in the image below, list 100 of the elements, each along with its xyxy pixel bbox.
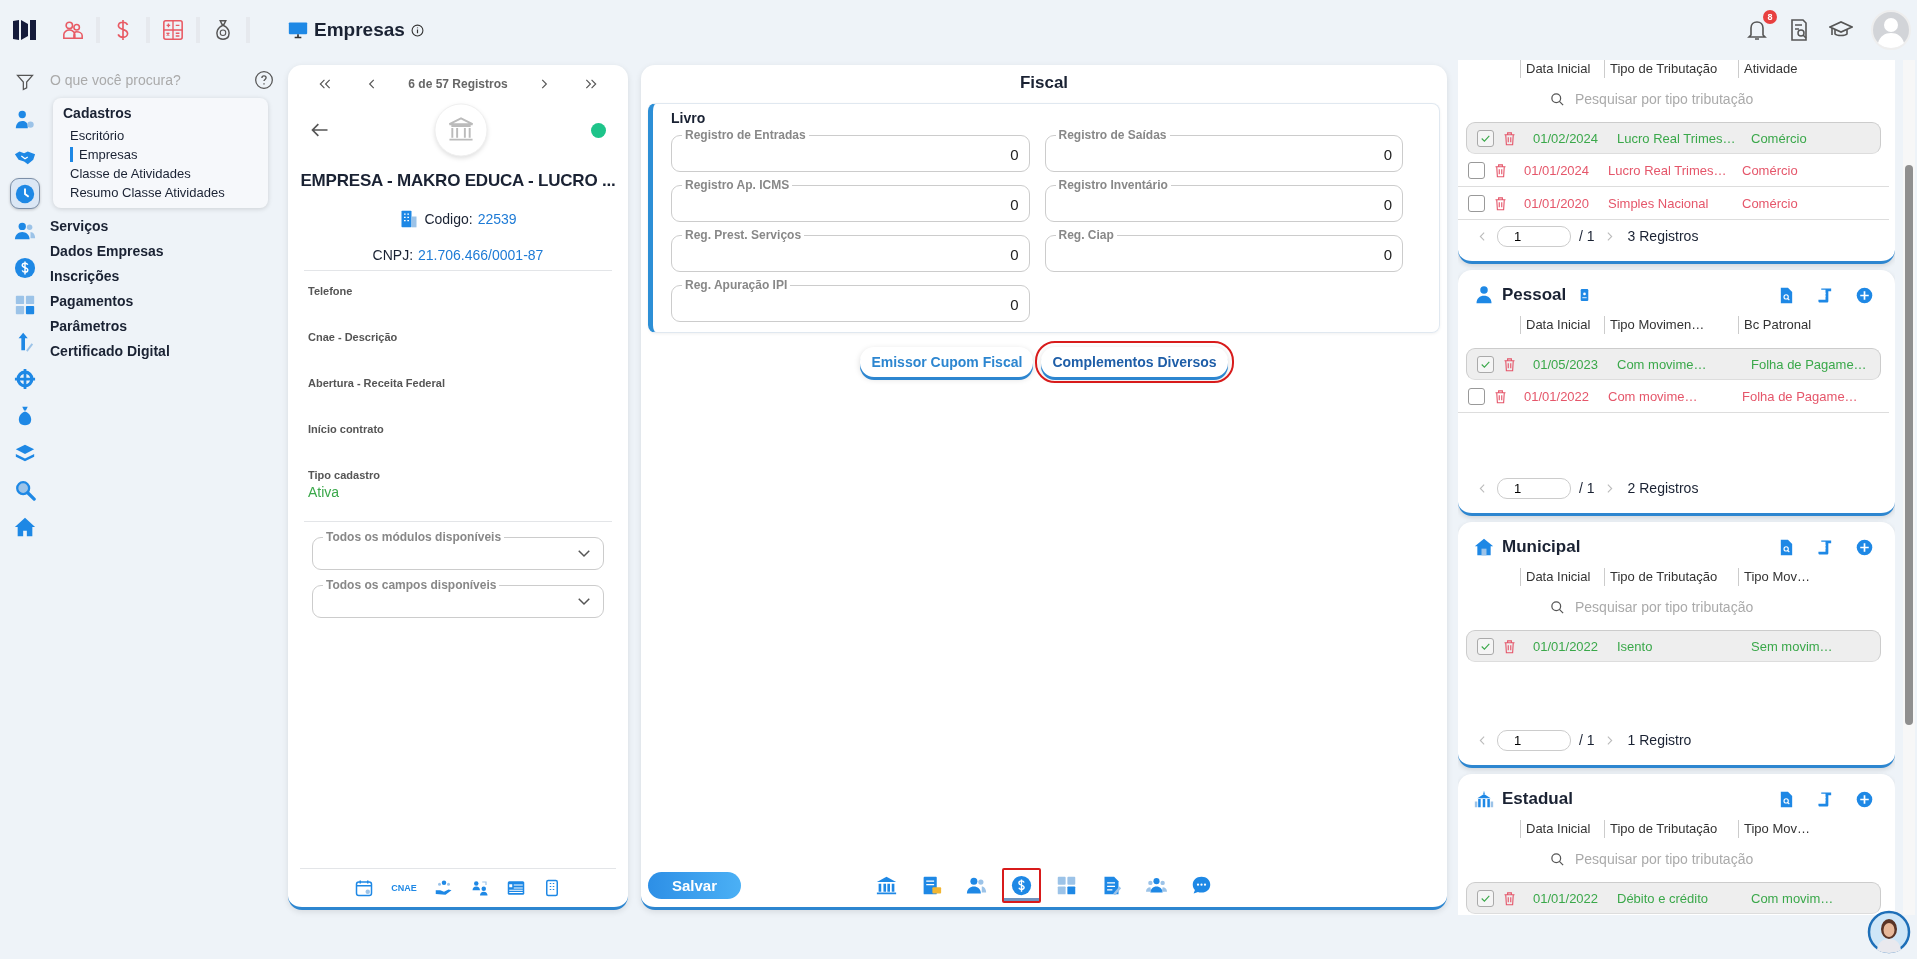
menu-item[interactable]: Dados Empresas	[50, 239, 288, 264]
column-header[interactable]: Atividade	[1738, 60, 1889, 78]
menu-item[interactable]: Inscrições	[50, 264, 288, 289]
people-outline-icon[interactable]	[62, 19, 84, 41]
add-icon[interactable]	[1856, 286, 1873, 304]
column-header[interactable]: Data Inicial	[1520, 60, 1604, 78]
chat-icon[interactable]	[1191, 875, 1212, 896]
search-field[interactable]: O que você procura?	[50, 68, 246, 92]
table-cell-text: Débito e crédito	[1616, 890, 1710, 906]
row-checkbox[interactable]	[1477, 637, 1494, 655]
number-field[interactable]: Registro de Entradas 0	[671, 128, 1030, 172]
scrollbar[interactable]	[1903, 60, 1915, 915]
submenu-item[interactable]: Classe de Atividades	[63, 166, 258, 181]
record-count: 1 Registro	[1627, 732, 1692, 748]
page-total: / 1	[1579, 732, 1595, 748]
table-cell-text: Comércio	[1750, 130, 1808, 146]
submenu-item[interactable]: Escritório	[63, 128, 258, 143]
document-search-icon[interactable]	[1778, 538, 1795, 556]
trash-icon[interactable]	[1493, 388, 1508, 404]
dollar-tab[interactable]	[1002, 868, 1041, 903]
column-header[interactable]: Data Inicial	[1520, 316, 1604, 334]
menu-item[interactable]: Certificado Digital	[50, 339, 288, 364]
trash-icon[interactable]	[1493, 162, 1508, 178]
menu-item[interactable]: Serviços	[50, 214, 288, 239]
trash-icon[interactable]	[1502, 890, 1517, 906]
menu-item[interactable]: Cadastros	[63, 105, 258, 121]
add-icon[interactable]	[1856, 538, 1873, 556]
search-icon	[1550, 91, 1565, 107]
column-header[interactable]: Bc Patronal	[1738, 316, 1889, 334]
field-label: Todos os módulos disponíveis	[325, 530, 503, 544]
page-field[interactable]: 1	[1497, 225, 1571, 247]
column-header[interactable]: Data Inicial	[1520, 568, 1604, 586]
number-field[interactable]: Reg. Prest. Serviços 0	[671, 228, 1030, 272]
trash-icon[interactable]	[1493, 195, 1508, 211]
column-header[interactable]: Tipo Movimen…	[1604, 316, 1738, 334]
table-cell-text: Com movime…	[1607, 388, 1699, 404]
trash-icon[interactable]	[1502, 638, 1517, 654]
id-card-icon[interactable]	[506, 879, 525, 897]
document-search-icon[interactable]	[1778, 790, 1795, 808]
trash-icon[interactable]	[1502, 130, 1517, 146]
bank-icon[interactable]	[876, 875, 897, 896]
people-swap-icon[interactable]	[470, 879, 489, 897]
filter-icon[interactable]	[15, 72, 35, 92]
submenu-item[interactable]: Resumo Classe Atividades	[63, 185, 258, 200]
menu-item[interactable]: Parâmetros	[50, 314, 288, 339]
column-header[interactable]: Tipo de Tributação	[1604, 820, 1738, 838]
info-icon[interactable]	[410, 23, 424, 37]
trash-icon[interactable]	[1502, 356, 1517, 372]
logo-icon[interactable]	[12, 18, 38, 42]
table-cell-text: Lucro Real Trimes…	[1616, 130, 1737, 146]
field-label: Reg. Ciap	[1057, 228, 1115, 242]
row-checkbox[interactable]	[1468, 387, 1485, 405]
page-field[interactable]: 1	[1497, 729, 1571, 751]
page-title: Empresas	[314, 19, 405, 41]
house-icon	[1474, 537, 1494, 557]
people-icon[interactable]	[966, 875, 987, 896]
calculator-icon[interactable]	[162, 19, 184, 41]
bell-icon[interactable]	[1745, 18, 1769, 42]
cnae-tab[interactable]: CNAE	[391, 883, 417, 893]
dollar-icon[interactable]	[1011, 875, 1032, 896]
assistant-avatar[interactable]	[1867, 910, 1911, 954]
calculator-icon[interactable]	[1056, 875, 1077, 896]
calendar-icon[interactable]	[355, 879, 374, 897]
document-search-icon[interactable]	[1778, 286, 1795, 304]
submenu-item[interactable]: Empresas	[70, 147, 258, 162]
table-cell-text: Folha de Pagame…	[1750, 356, 1868, 372]
record-position: 6 de 57 Registros	[408, 77, 508, 91]
invoice-icon[interactable]	[921, 875, 942, 896]
group-icon[interactable]	[1146, 875, 1167, 896]
notification-badge: 8	[1763, 10, 1777, 24]
table-cell-text: Isento	[1616, 638, 1654, 654]
number-field[interactable]: Registro de Saídas 0	[1044, 128, 1403, 172]
column-header[interactable]: Tipo de Tributação	[1604, 568, 1738, 586]
row-checkbox[interactable]	[1468, 194, 1485, 212]
monitor-icon	[288, 20, 308, 40]
number-field[interactable]: Reg. Apuração IPI 0	[671, 278, 1030, 322]
number-field[interactable]: Registro Ap. ICMS 0	[671, 178, 1030, 222]
row-checkbox[interactable]	[1477, 889, 1494, 907]
menu-item[interactable]: Pagamentos	[50, 289, 288, 314]
detail-label: Abertura - Receita Federal	[308, 377, 446, 389]
number-field[interactable]: Registro Inventário 0	[1044, 178, 1403, 222]
detail-label: Telefone	[308, 285, 354, 297]
add-icon[interactable]	[1856, 790, 1873, 808]
column-header[interactable]: Tipo Mov…	[1738, 568, 1889, 586]
column-header[interactable]: Data Inicial	[1520, 820, 1604, 838]
select-field[interactable]: Todos os campos disponíveis	[312, 578, 604, 618]
page-field[interactable]: 1	[1497, 477, 1571, 499]
row-checkbox[interactable]	[1477, 355, 1494, 373]
building-icon	[399, 209, 420, 229]
table-cell-text: Simples Nacional	[1607, 195, 1710, 211]
row-checkbox[interactable]	[1477, 129, 1494, 147]
number-field[interactable]: Reg. Ciap 0	[1044, 228, 1403, 272]
row-checkbox[interactable]	[1468, 161, 1485, 179]
column-header[interactable]: Tipo Mov…	[1738, 820, 1889, 838]
help-icon[interactable]	[254, 70, 274, 90]
hand-people-icon[interactable]	[434, 879, 453, 897]
column-header[interactable]: Tipo de Tributação	[1604, 60, 1738, 78]
select-field[interactable]: Todos os módulos disponíveis	[312, 530, 604, 570]
page-total: / 1	[1579, 228, 1595, 244]
table-cell-text: Comércio	[1741, 162, 1799, 178]
